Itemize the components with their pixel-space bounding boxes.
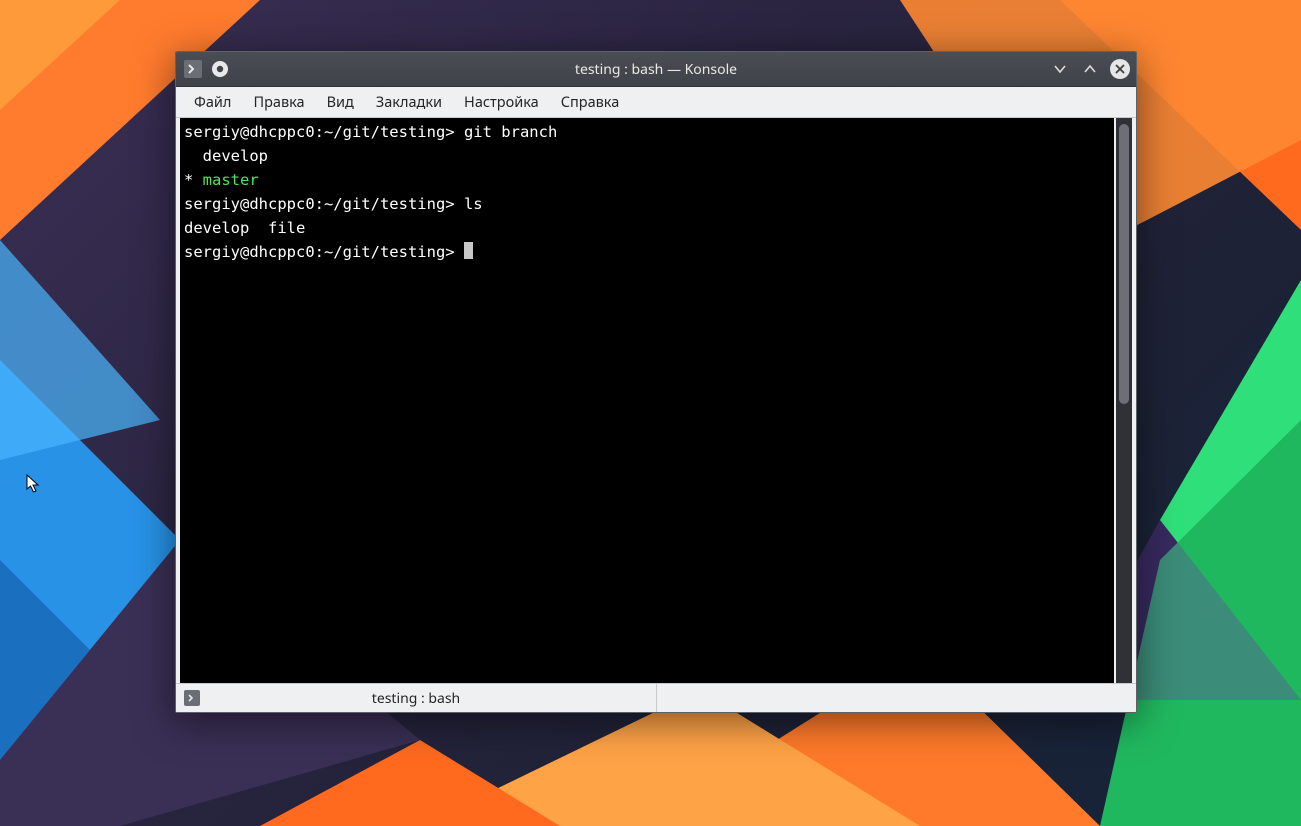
titlebar[interactable]: testing : bash — Konsole [176, 52, 1136, 87]
terminal-area: sergiy@dhcppc0:~/git/testing> git branch… [176, 118, 1136, 683]
terminal-line: * master [184, 168, 1110, 192]
window-title: testing : bash — Konsole [176, 60, 1136, 79]
minimize-button[interactable] [1050, 59, 1070, 79]
chevron-down-icon [1053, 62, 1067, 76]
terminal[interactable]: sergiy@dhcppc0:~/git/testing> git branch… [180, 118, 1114, 683]
terminal-text: sergiy@dhcppc0:~/git/testing> [184, 243, 464, 261]
menu-bookmarks[interactable]: Закладки [366, 88, 452, 116]
terminal-scrollbar[interactable] [1116, 118, 1132, 683]
new-tab-button[interactable] [212, 61, 228, 77]
menu-help[interactable]: Справка [551, 88, 630, 116]
desktop-wallpaper: testing : bash — Konsole Файл Правка Вид… [0, 0, 1301, 826]
menu-edit[interactable]: Правка [243, 88, 314, 116]
terminal-line: develop [184, 144, 1110, 168]
tab-label: testing : bash [372, 689, 460, 708]
terminal-text: develop file [184, 219, 305, 237]
menubar: Файл Правка Вид Закладки Настройка Справ… [176, 87, 1136, 118]
tab-active[interactable]: testing : bash [176, 684, 657, 712]
maximize-button[interactable] [1080, 59, 1100, 79]
terminal-line: sergiy@dhcppc0:~/git/testing> git branch [184, 120, 1110, 144]
tabbar: testing : bash [176, 683, 1136, 712]
konsole-window: testing : bash — Konsole Файл Правка Вид… [175, 51, 1137, 713]
menu-settings[interactable]: Настройка [454, 88, 549, 116]
terminal-text: sergiy@dhcppc0:~/git/testing> git branch [184, 123, 557, 141]
terminal-line: sergiy@dhcppc0:~/git/testing> ls [184, 192, 1110, 216]
terminal-text: * [184, 171, 203, 189]
close-icon [1114, 63, 1126, 75]
terminal-text: develop [184, 147, 268, 165]
app-icon [184, 60, 202, 78]
chevron-up-icon [1083, 62, 1097, 76]
close-button[interactable] [1110, 59, 1130, 79]
terminal-line: develop file [184, 216, 1110, 240]
scrollbar-thumb[interactable] [1119, 124, 1129, 404]
terminal-icon [184, 690, 200, 706]
terminal-text: sergiy@dhcppc0:~/git/testing> ls [184, 195, 483, 213]
terminal-cursor [464, 242, 473, 259]
terminal-line: sergiy@dhcppc0:~/git/testing> [184, 240, 1110, 264]
menu-file[interactable]: Файл [184, 88, 241, 116]
menu-view[interactable]: Вид [317, 88, 364, 116]
terminal-text: master [203, 171, 259, 189]
